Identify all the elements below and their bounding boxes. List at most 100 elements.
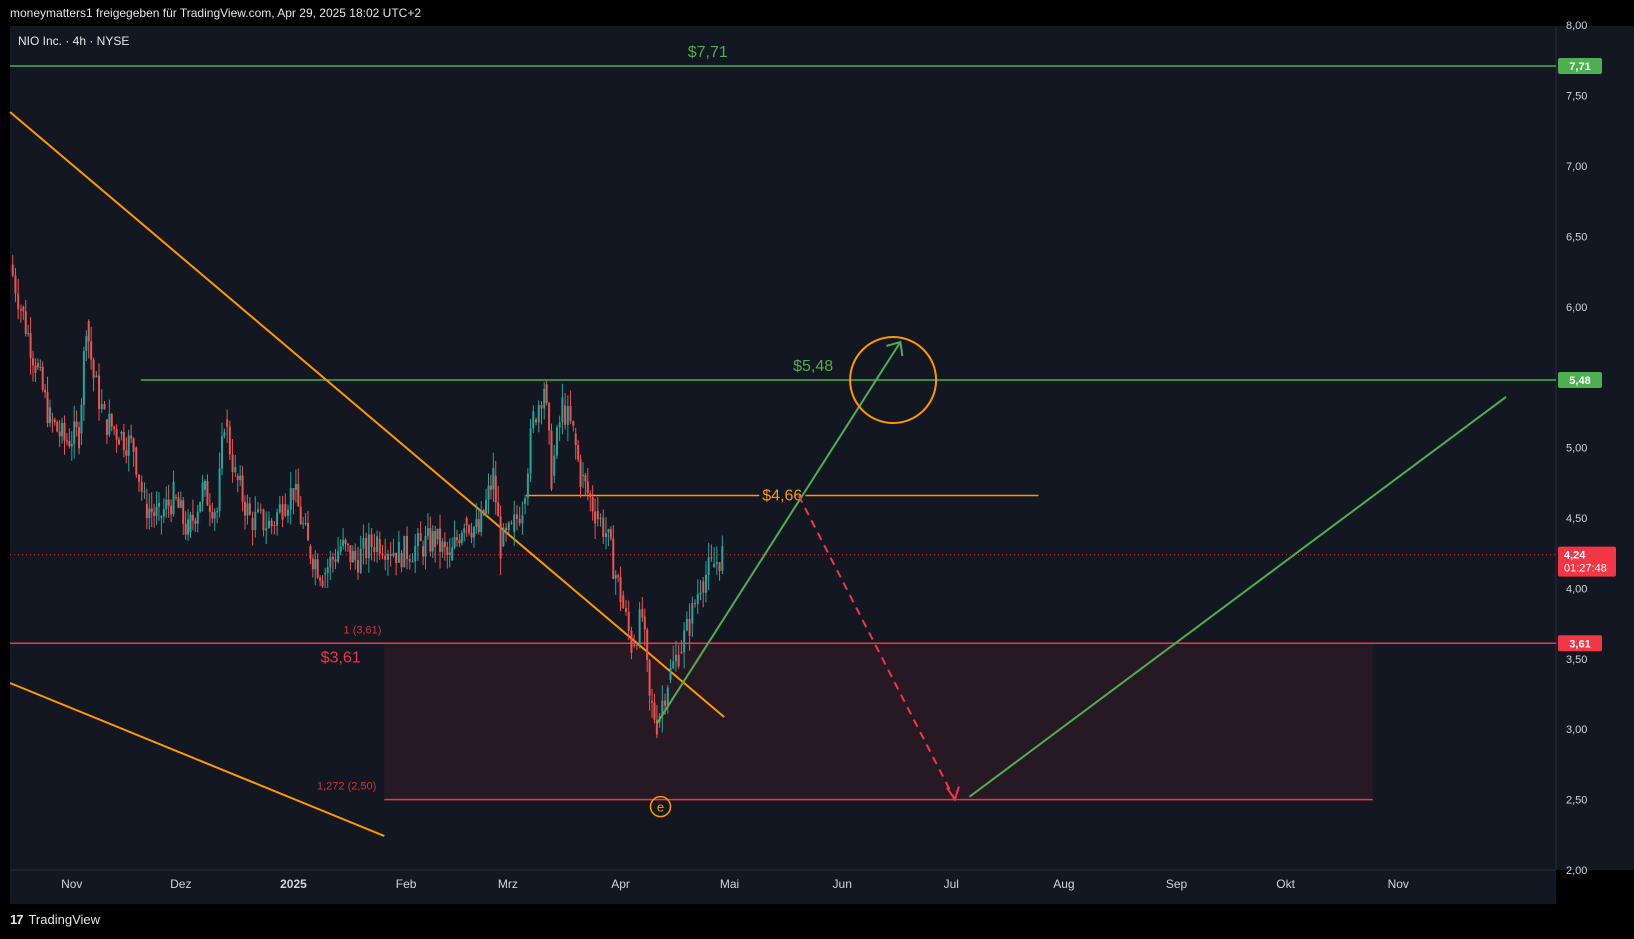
candle-body <box>359 548 362 573</box>
candle-body <box>707 557 710 576</box>
candle-body <box>381 553 384 556</box>
candle-body <box>362 537 365 549</box>
candle-body <box>436 528 439 540</box>
candle-body <box>39 366 42 368</box>
candle-body <box>223 432 226 437</box>
candle-body <box>226 419 229 427</box>
candle-body <box>521 515 524 524</box>
y-tick-label: 7,50 <box>1566 91 1587 103</box>
candle-body <box>287 509 290 516</box>
candle-body <box>63 422 66 441</box>
candle-body <box>356 560 359 573</box>
tradingview-logo-icon[interactable]: 17 <box>10 912 24 927</box>
candle-body <box>90 341 93 360</box>
candle-body <box>153 512 156 516</box>
candle-body <box>248 503 251 515</box>
candle-body <box>11 264 14 276</box>
candle-body <box>497 502 500 517</box>
candle-body <box>599 517 602 520</box>
candle-body <box>87 320 90 342</box>
candle-body <box>36 363 39 368</box>
candle-body <box>19 309 22 311</box>
y-tick-label: 3,50 <box>1566 654 1587 666</box>
candle-body <box>170 505 173 515</box>
candle-body <box>475 519 478 528</box>
candle-body <box>270 520 273 527</box>
candle-body <box>58 431 61 437</box>
candle-body <box>278 504 281 513</box>
candle-body <box>218 468 221 511</box>
candle-body <box>472 527 475 538</box>
candle-body <box>297 483 300 507</box>
candle-body <box>446 546 449 555</box>
level-label: $4,66 <box>762 487 802 504</box>
candle-body <box>304 522 307 524</box>
candle-body <box>187 519 190 535</box>
x-tick-label: Dez <box>170 877 191 891</box>
candle-body <box>451 547 454 561</box>
candle-body <box>581 475 584 477</box>
candle-body <box>596 510 599 520</box>
candle <box>529 418 532 483</box>
footer-brand[interactable]: TradingView <box>28 912 100 927</box>
candle-body <box>648 660 651 696</box>
candle-body <box>110 413 113 427</box>
candle-body <box>132 438 135 452</box>
axis-price-tag-label: 7,71 <box>1569 61 1590 73</box>
candle-body <box>376 536 379 552</box>
x-tick-label: Jun <box>833 877 852 891</box>
x-tick-label: 2025 <box>280 877 307 891</box>
candle-body <box>281 504 284 520</box>
candle-body <box>373 547 376 552</box>
candle-body <box>434 531 437 547</box>
candle-body <box>92 359 95 379</box>
candle-body <box>172 481 175 515</box>
y-tick-label: 4,00 <box>1566 583 1587 595</box>
candle-body <box>561 397 564 423</box>
candle-body <box>319 577 322 581</box>
candle-body <box>702 581 705 593</box>
candle-body <box>108 413 111 435</box>
candle-body <box>653 702 656 720</box>
y-tick-label: 3,00 <box>1566 724 1587 736</box>
candle-body <box>267 520 270 529</box>
candle-body <box>515 514 518 519</box>
candle-body <box>367 534 370 559</box>
x-tick-label: Jul <box>944 877 959 891</box>
current-price-label: 4,24 <box>1564 550 1586 562</box>
y-tick-label: 5,00 <box>1566 443 1587 455</box>
candle-body <box>607 529 610 533</box>
candle-body <box>555 427 558 456</box>
y-tick-label: 7,00 <box>1566 161 1587 173</box>
candle-body <box>532 411 535 429</box>
candle-body <box>307 522 309 541</box>
candle-body <box>566 406 569 425</box>
x-tick-label: Feb <box>396 877 417 891</box>
candle-body <box>397 541 400 563</box>
x-tick-label: Aug <box>1053 877 1074 891</box>
y-tick-label: 8,00 <box>1566 20 1587 32</box>
axis-price-tag-label: 3,61 <box>1569 638 1590 650</box>
candle-body <box>68 440 71 447</box>
candle-body <box>143 491 146 493</box>
candle-body <box>346 543 349 546</box>
candle-body <box>236 475 239 481</box>
candle-body <box>510 522 513 524</box>
candle-body <box>569 406 572 422</box>
x-tick-label: Nov <box>1388 877 1409 891</box>
candle-body <box>160 516 163 518</box>
candle-body <box>344 539 347 544</box>
time-axis <box>10 870 1556 904</box>
candle-body <box>721 546 724 571</box>
candle-body <box>85 336 88 352</box>
y-tick-label: 2,00 <box>1566 865 1587 877</box>
price-chart[interactable]: NIO Inc. · 4h · NYSE 2,00 2,50 3,00 3,50 4,00… <box>0 0 1634 939</box>
candle-body <box>669 668 672 680</box>
candle-body <box>337 551 340 562</box>
x-tick-label: Mrz <box>498 877 518 891</box>
candle-body <box>299 506 302 524</box>
candle-body <box>115 429 118 440</box>
candle-body <box>73 421 76 445</box>
candle-body <box>29 333 32 359</box>
candle-body <box>162 509 165 517</box>
